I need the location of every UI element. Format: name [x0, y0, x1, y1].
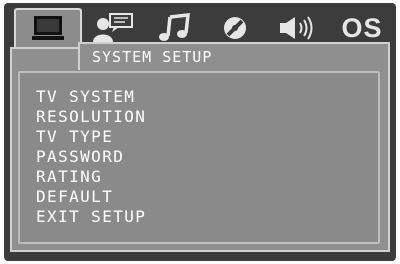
menu-item-tv-type[interactable]: TV TYPE [36, 127, 146, 147]
monitor-icon [32, 16, 64, 40]
setup-menu: TV SYSTEM RESOLUTION TV TYPE PASSWORD RA… [36, 87, 146, 227]
page-title: SYSTEM SETUP [92, 48, 213, 66]
os-tab-label: OS [341, 12, 383, 43]
tab-system[interactable] [14, 8, 82, 48]
menu-item-default[interactable]: DEFAULT [36, 187, 146, 207]
video-disc-icon [224, 17, 246, 39]
menu-item-resolution[interactable]: RESOLUTION [36, 107, 146, 127]
user-speech-icon [93, 13, 133, 42]
menu-item-tv-system[interactable]: TV SYSTEM [36, 87, 146, 107]
menu-item-password[interactable]: PASSWORD [36, 147, 146, 167]
music-note-icon [159, 13, 190, 41]
menu-item-exit-setup[interactable]: EXIT SETUP [36, 207, 146, 227]
menu-item-rating[interactable]: RATING [36, 167, 146, 187]
speaker-icon [280, 16, 313, 40]
